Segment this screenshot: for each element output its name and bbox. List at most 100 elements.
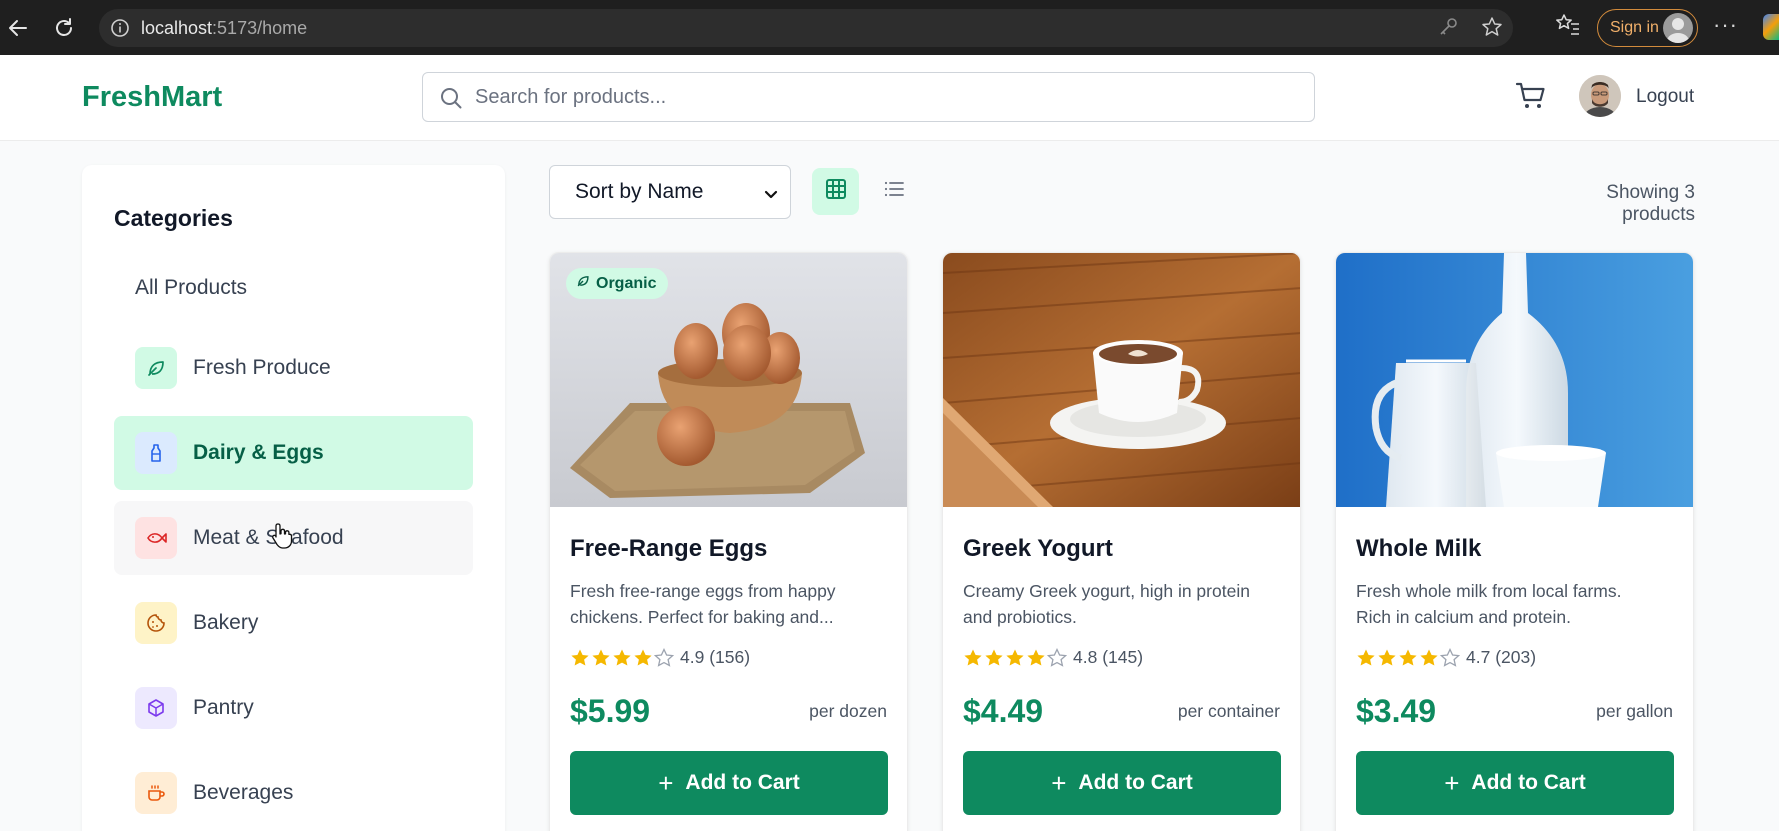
sidebar-item-beverages[interactable]: Beverages <box>114 756 473 830</box>
product-name[interactable]: Free-Range Eggs <box>570 535 767 563</box>
user-avatar[interactable] <box>1579 75 1621 117</box>
star-filled-icon <box>634 649 652 665</box>
star-filled-icon <box>1027 649 1045 665</box>
plus-icon: + <box>1444 767 1460 798</box>
plus-icon: + <box>1051 767 1067 798</box>
package-icon <box>135 687 177 729</box>
grid-view-button[interactable] <box>812 168 859 215</box>
add-to-cart-label: Add to Cart <box>685 771 800 794</box>
favorite-star-icon[interactable] <box>1481 16 1503 43</box>
product-image-eggs[interactable]: Organic <box>550 253 907 507</box>
product-price: $4.49 <box>963 693 1044 729</box>
add-to-cart-button[interactable]: + Add to Cart <box>570 751 888 815</box>
product-unit: per gallon <box>1596 701 1673 721</box>
copilot-icon[interactable] <box>1763 14 1779 40</box>
star-filled-icon <box>1006 649 1024 665</box>
key-icon[interactable] <box>1437 16 1459 43</box>
product-rating: 4.8 (145) <box>963 647 1143 668</box>
reload-icon[interactable] <box>46 10 82 46</box>
results-count: Showing 3 products <box>1606 182 1695 225</box>
star-filled-icon <box>571 649 589 665</box>
more-menu-icon[interactable]: ··· <box>1713 12 1738 38</box>
star-empty-icon <box>1047 647 1067 667</box>
brand-logo[interactable]: FreshMart <box>82 81 222 114</box>
sidebar-item-label: Fresh Produce <box>193 356 331 379</box>
favorites-icon[interactable] <box>1555 12 1581 43</box>
cart-icon[interactable] <box>1515 81 1547 116</box>
back-arrow-icon[interactable] <box>0 10 36 46</box>
rating-text: 4.8 (145) <box>1073 647 1144 667</box>
description-line: chickens. Perfect for baking and... <box>570 607 834 627</box>
description-line: Fresh free-range eggs from happy <box>570 581 836 601</box>
list-view-button[interactable] <box>870 168 917 215</box>
plus-icon: + <box>658 767 674 798</box>
sidebar-item-all-products[interactable]: All Products <box>114 251 473 325</box>
star-filled-icon <box>592 649 610 665</box>
star-filled-icon <box>1399 649 1417 665</box>
site-info-icon[interactable] <box>109 17 131 39</box>
organic-badge: Organic <box>566 268 669 299</box>
add-to-cart-label: Add to Cart <box>1471 771 1586 794</box>
product-description: Creamy Greek yogurt, high in protein and… <box>963 578 1283 630</box>
browser-toolbar: localhost:5173/home Sign in ··· <box>0 0 1779 55</box>
product-card-whole-milk[interactable]: Whole Milk Fresh whole milk from local f… <box>1335 252 1694 831</box>
product-description: Fresh whole milk from local farms. Rich … <box>1356 578 1676 630</box>
product-unit: per container <box>1177 701 1280 721</box>
star-filled-icon <box>1357 649 1375 665</box>
product-image-milk[interactable] <box>1336 253 1693 507</box>
star-filled-icon <box>1420 649 1438 665</box>
coffee-cup-icon <box>135 772 177 814</box>
rating-text: 4.7 (203) <box>1466 647 1537 667</box>
product-card-greek-yogurt[interactable]: Greek Yogurt Creamy Greek yogurt, high i… <box>942 252 1301 831</box>
address-bar[interactable]: localhost:5173/home <box>99 9 1513 47</box>
add-to-cart-button[interactable]: + Add to Cart <box>963 751 1281 815</box>
add-to-cart-button[interactable]: + Add to Cart <box>1356 751 1674 815</box>
sidebar-item-pantry[interactable]: Pantry <box>114 671 473 745</box>
logout-button[interactable]: Logout <box>1636 86 1694 108</box>
sidebar-item-label: Bakery <box>193 611 259 634</box>
cookie-icon <box>135 602 177 644</box>
sign-in-label: Sign in <box>1610 19 1659 36</box>
search-box[interactable] <box>422 72 1315 122</box>
sidebar-item-fresh-produce[interactable]: Fresh Produce <box>114 331 473 405</box>
product-image-yogurt[interactable] <box>943 253 1300 507</box>
star-empty-icon <box>654 647 674 667</box>
product-rating: 4.9 (156) <box>570 647 750 668</box>
product-price: $5.99 <box>570 693 651 729</box>
product-card-free-range-eggs[interactable]: Organic Free-Range Eggs Fresh free-range… <box>549 252 908 831</box>
url-text: localhost:5173/home <box>141 18 307 39</box>
add-to-cart-label: Add to Cart <box>1078 771 1193 794</box>
sidebar-item-label: Meat & Seafood <box>193 526 344 549</box>
sign-in-button[interactable]: Sign in <box>1597 9 1698 47</box>
star-rating <box>963 647 1067 668</box>
product-name[interactable]: Whole Milk <box>1356 535 1481 563</box>
leaf-icon <box>576 274 590 293</box>
star-filled-icon <box>964 649 982 665</box>
fish-icon <box>135 517 177 559</box>
search-input[interactable] <box>475 81 1295 113</box>
url-host: localhost <box>141 17 213 38</box>
categories-title: Categories <box>114 205 233 231</box>
star-rating <box>1356 647 1460 668</box>
profile-avatar-icon <box>1663 13 1693 43</box>
star-empty-icon <box>1440 647 1460 667</box>
sidebar-item-dairy-eggs[interactable]: Dairy & Eggs <box>114 416 473 490</box>
chevron-down-icon <box>764 184 778 208</box>
sort-select[interactable]: Sort by Name <box>549 165 791 219</box>
product-description: Fresh free-range eggs from happy chicken… <box>570 578 890 630</box>
url-path: :5173/home <box>212 17 308 38</box>
star-filled-icon <box>985 649 1003 665</box>
product-rating: 4.7 (203) <box>1356 647 1536 668</box>
sidebar-item-bakery[interactable]: Bakery <box>114 586 473 660</box>
star-rating <box>570 647 674 668</box>
description-line: Fresh whole milk from local farms. <box>1356 581 1622 601</box>
hand-cursor-icon <box>270 522 294 555</box>
description-line: Rich in calcium and protein. <box>1356 607 1571 627</box>
star-filled-icon <box>613 649 631 665</box>
leaf-icon <box>135 347 177 389</box>
grid-icon <box>824 177 848 206</box>
product-name[interactable]: Greek Yogurt <box>963 535 1113 563</box>
sidebar-item-label: Beverages <box>193 781 294 804</box>
product-unit: per dozen <box>809 701 887 721</box>
sidebar-item-label: Pantry <box>193 696 254 719</box>
